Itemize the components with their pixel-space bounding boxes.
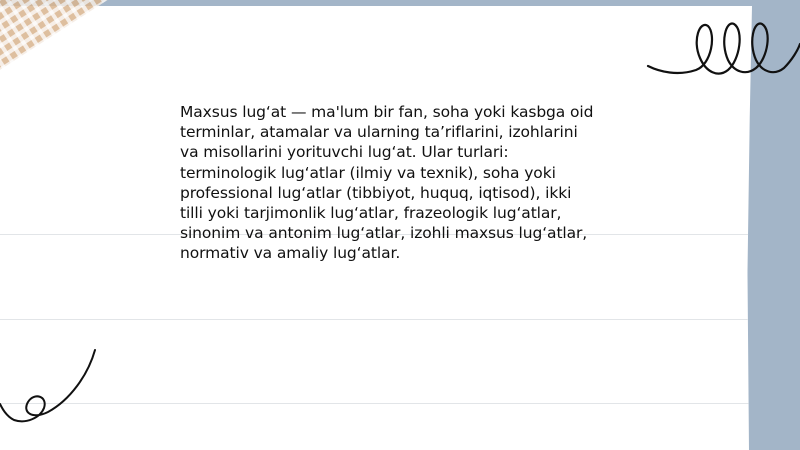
swirl-icon xyxy=(0,349,96,423)
slide: Maxsus lug‘at — ma'lum bir fan, soha yok… xyxy=(0,0,800,450)
slide-body-text: Maxsus lug‘at — ma'lum bir fan, soha yok… xyxy=(180,103,594,263)
scribble-loops-icon xyxy=(646,22,800,75)
